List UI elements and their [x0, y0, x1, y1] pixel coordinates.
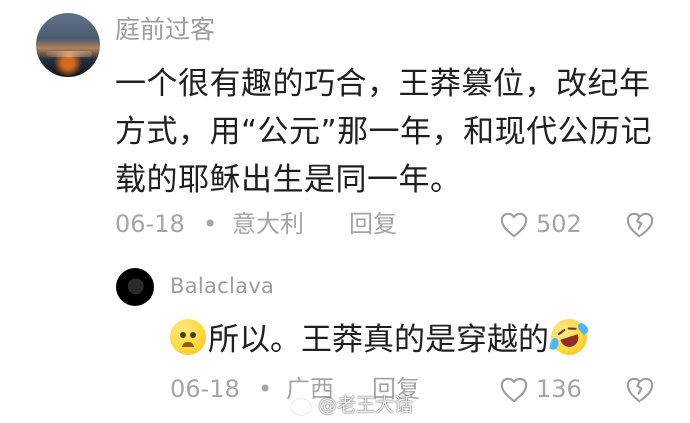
- rolling-laughing-emoji: [546, 314, 592, 360]
- like-count: 136: [536, 375, 582, 403]
- reply-text-line: 所以。王莽真的是穿越的: [170, 314, 630, 361]
- watermark-text: @老王大话: [318, 394, 414, 416]
- reply-text: 所以。王莽真的是穿越的: [208, 322, 549, 358]
- heart-outline-icon[interactable]: [499, 376, 529, 404]
- weibo-logo: [290, 395, 314, 415]
- comment-username[interactable]: 庭前过客: [115, 17, 215, 42]
- reply-date: 06-18: [170, 375, 240, 403]
- avatar[interactable]: [36, 13, 100, 77]
- watermark: @老王大话: [290, 395, 413, 415]
- reply-username[interactable]: Balaclava: [170, 276, 274, 297]
- worried-face-emoji: [170, 319, 206, 355]
- comment-text: 一个很有趣的巧合，王莽篡位，改纪年方式，用“公元”那一年，和现代公历记载的耶稣出…: [115, 66, 653, 198]
- like-count: 502: [536, 210, 582, 238]
- broken-heart-icon[interactable]: [625, 376, 655, 404]
- heart-outline-icon[interactable]: [499, 211, 529, 239]
- meta-separator: •: [258, 375, 273, 403]
- comment-date: 06-18: [115, 210, 185, 238]
- broken-heart-icon[interactable]: [625, 211, 655, 239]
- meta-separator: •: [203, 210, 218, 238]
- reply-button[interactable]: 回复: [349, 212, 397, 236]
- comment-location: 意大利: [232, 210, 304, 238]
- avatar[interactable]: [116, 268, 154, 306]
